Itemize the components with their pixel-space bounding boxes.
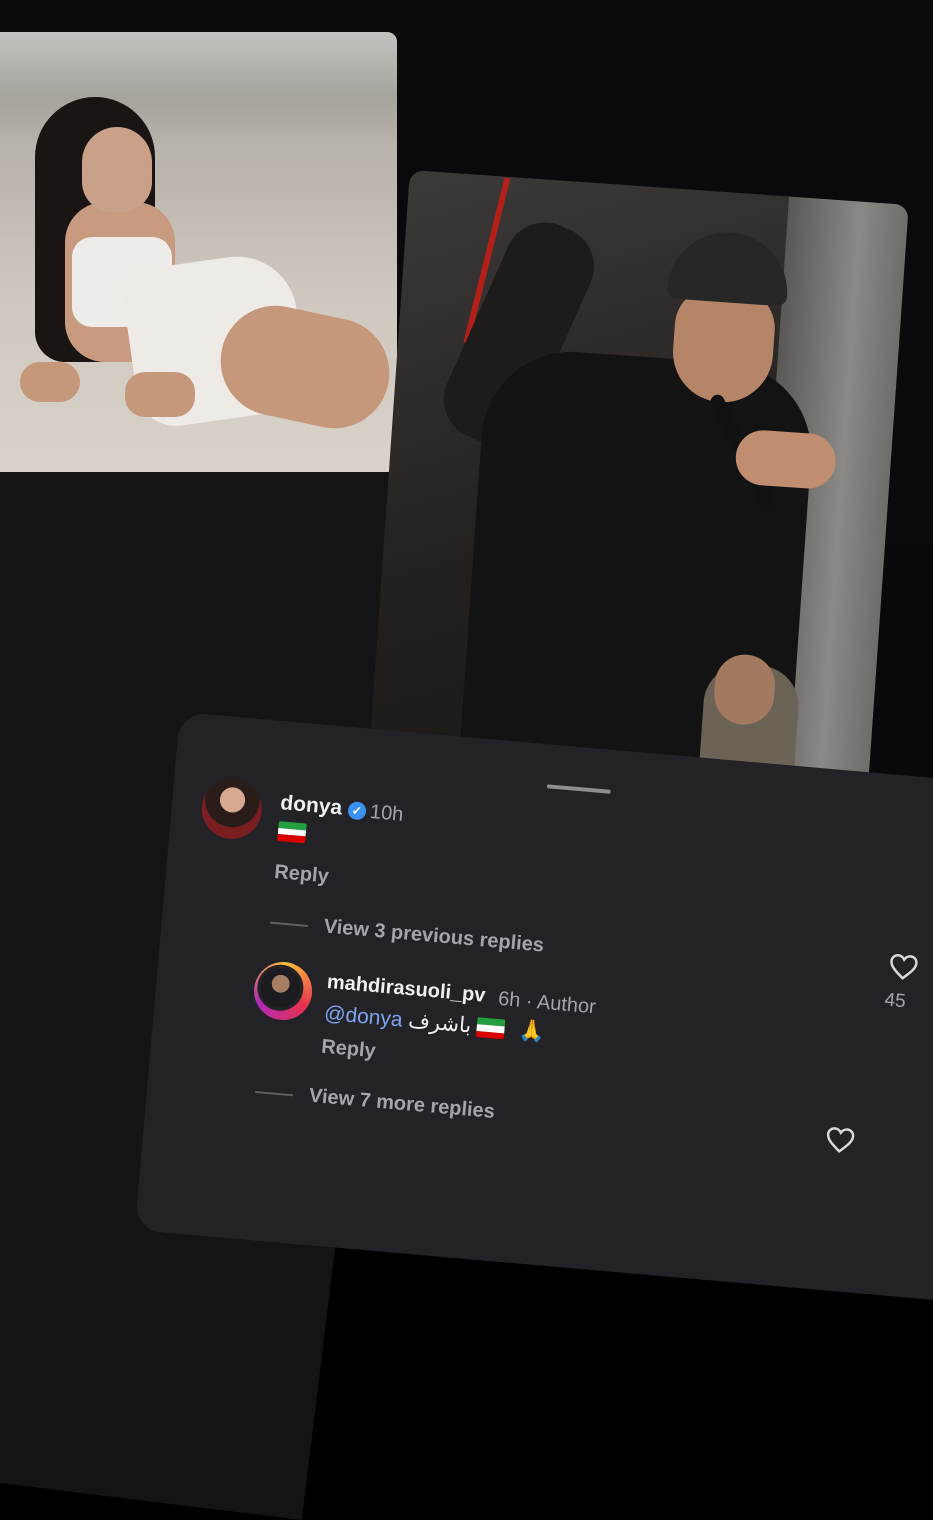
- avatar[interactable]: [199, 776, 265, 842]
- reply-button[interactable]: Reply: [273, 861, 329, 889]
- mention-link[interactable]: @donya: [323, 1002, 403, 1032]
- like-count: 45: [883, 989, 907, 1013]
- comment-meta: 6h · Author: [497, 987, 597, 1019]
- divider: [269, 921, 308, 927]
- comment-donya: [199, 776, 265, 842]
- divider: [255, 1090, 294, 1097]
- beach-photo: [0, 32, 397, 472]
- view-previous-replies[interactable]: View 3 previous replies: [269, 911, 545, 958]
- verified-badge-icon: ✓: [347, 801, 367, 821]
- heart-outline-icon[interactable]: [824, 1125, 856, 1156]
- reply-button[interactable]: Reply: [320, 1036, 376, 1064]
- comment-mahdirasuoli: [251, 959, 315, 1023]
- concert-photo: [366, 170, 909, 824]
- sheet-grab-handle[interactable]: [546, 784, 611, 794]
- heart-outline-icon[interactable]: [887, 952, 919, 983]
- comment-username[interactable]: donya ✓: [279, 791, 367, 822]
- view-more-replies[interactable]: View 7 more replies: [254, 1080, 496, 1124]
- avatar[interactable]: [251, 959, 315, 1023]
- comments-sheet: donya ✓ 10h Reply View 3 previous replies…: [134, 712, 933, 1304]
- comment-time: 10h: [369, 800, 405, 826]
- flag-iran-icon: [277, 821, 307, 844]
- folded-hands-icon: 🙏: [517, 1018, 546, 1044]
- flag-iran-icon: [476, 1017, 506, 1040]
